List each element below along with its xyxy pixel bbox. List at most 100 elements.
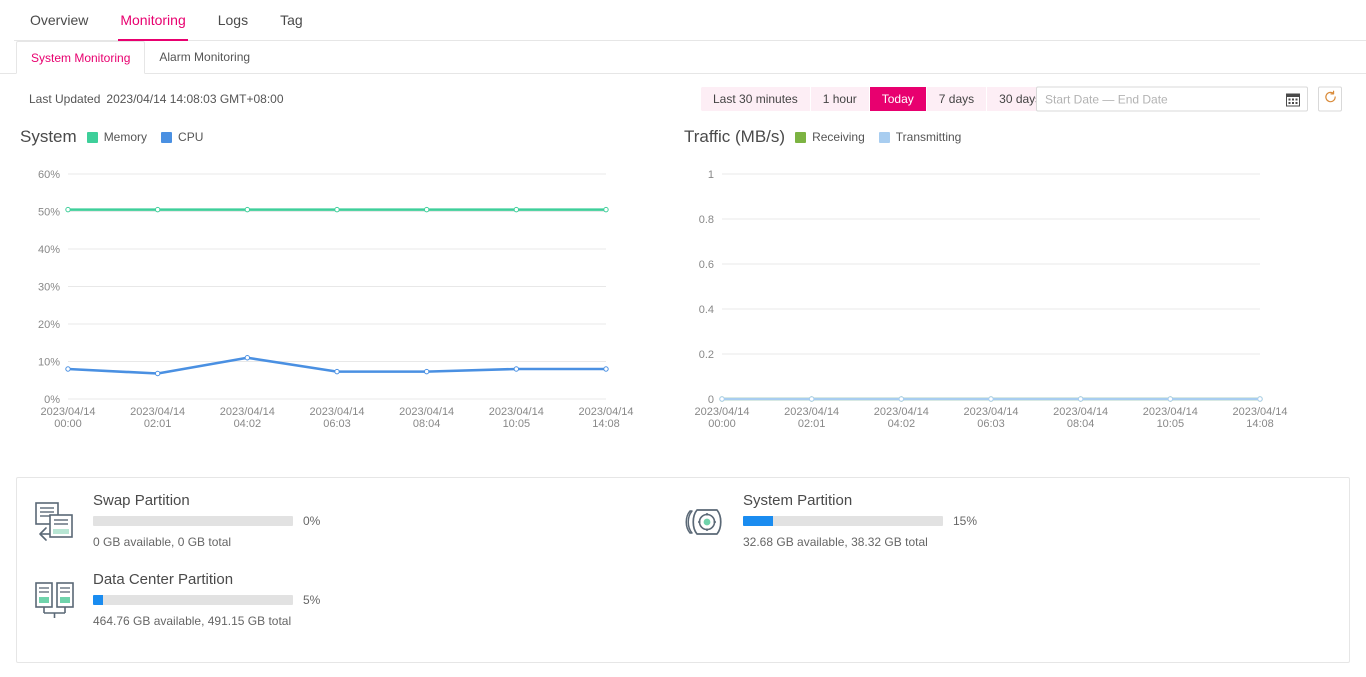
svg-text:2023/04/14: 2023/04/14 bbox=[1232, 406, 1287, 418]
range-1-hour[interactable]: 1 hour bbox=[810, 87, 870, 111]
range-last-30-minutes[interactable]: Last 30 minutes bbox=[701, 87, 811, 111]
svg-text:2023/04/14: 2023/04/14 bbox=[220, 406, 275, 418]
date-range-input[interactable] bbox=[1037, 92, 1286, 106]
svg-text:06:03: 06:03 bbox=[977, 418, 1005, 430]
legend-item-cpu[interactable]: CPU bbox=[161, 130, 203, 144]
tab-tag[interactable]: Tag bbox=[264, 0, 319, 41]
legend-swatch-transmitting bbox=[878, 131, 890, 143]
svg-text:2023/04/14: 2023/04/14 bbox=[963, 406, 1018, 418]
refresh-button[interactable] bbox=[1318, 86, 1342, 112]
system-chart-panel: System Memory CPU 0% 10% 20% 30% 40% 50% 60% 20… bbox=[16, 124, 666, 434]
data-center-partition-bar-fill bbox=[93, 595, 103, 605]
tab-overview[interactable]: Overview bbox=[14, 0, 104, 41]
system-chart-plot: 0% 10% 20% 30% 40% 50% 60% 2023/04/14 00:00 2023/… bbox=[16, 164, 666, 434]
traffic-chart-plot: 0 0.2 0.4 0.6 0.8 1 2023/04/14 00:00 2023/04/14 0… bbox=[680, 164, 1340, 434]
date-range-picker[interactable] bbox=[1036, 86, 1308, 112]
legend-item-memory[interactable]: Memory bbox=[86, 130, 148, 144]
range-7-days-label: 7 days bbox=[938, 92, 975, 106]
system-chart-legend: Memory CPU bbox=[86, 130, 218, 144]
traffic-chart-legend: Receiving Transmitting bbox=[795, 130, 975, 144]
data-center-partition-body: Data Center Partition 5% 464.76 GB avail… bbox=[85, 571, 320, 628]
legend-item-receiving[interactable]: Receiving bbox=[795, 130, 865, 144]
calendar-icon[interactable] bbox=[1286, 92, 1307, 106]
system-partition-bar-track bbox=[743, 516, 943, 526]
svg-text:0%: 0% bbox=[44, 394, 60, 406]
system-partition-usage: 15% bbox=[743, 514, 977, 528]
svg-text:2023/04/14: 2023/04/14 bbox=[309, 406, 364, 418]
sub-tab-system-monitoring-label: System Monitoring bbox=[31, 51, 131, 65]
tab-logs[interactable]: Logs bbox=[202, 0, 264, 41]
system-partition-name: System Partition bbox=[743, 492, 853, 509]
swap-partition-name: Swap Partition bbox=[93, 492, 190, 509]
range-7-days[interactable]: 7 days bbox=[926, 87, 988, 111]
range-30-days-label: 30 days bbox=[999, 92, 1042, 106]
svg-text:2023/04/14: 2023/04/14 bbox=[489, 406, 544, 418]
data-center-partition-percent: 5% bbox=[303, 593, 321, 607]
svg-text:04:02: 04:02 bbox=[234, 418, 262, 430]
svg-text:02:01: 02:01 bbox=[144, 418, 172, 430]
svg-text:06:03: 06:03 bbox=[323, 418, 351, 430]
legend-item-transmitting[interactable]: Transmitting bbox=[878, 130, 961, 144]
svg-text:10:05: 10:05 bbox=[1157, 418, 1185, 430]
legend-swatch-receiving bbox=[795, 131, 807, 143]
swap-partition-usage: 0% bbox=[93, 514, 320, 528]
charts-row: System Memory CPU 0% 10% 20% 30% 40% 50% 60% 20… bbox=[0, 124, 1366, 454]
svg-text:2023/04/14: 2023/04/14 bbox=[130, 406, 185, 418]
svg-text:30%: 30% bbox=[38, 282, 60, 294]
range-last-30-minutes-label: Last 30 minutes bbox=[713, 92, 798, 106]
tab-monitoring[interactable]: Monitoring bbox=[104, 0, 201, 41]
svg-text:2023/04/14: 2023/04/14 bbox=[1053, 406, 1108, 418]
svg-text:2023/04/14: 2023/04/14 bbox=[399, 406, 454, 418]
svg-text:50%: 50% bbox=[38, 207, 60, 219]
svg-text:0.4: 0.4 bbox=[699, 304, 714, 316]
system-partition-icon bbox=[681, 492, 735, 549]
last-updated-value: 2023/04/14 14:08:03 GMT+08:00 bbox=[106, 92, 284, 106]
system-chart-header: System Memory CPU bbox=[16, 124, 666, 150]
legend-label-memory: Memory bbox=[103, 130, 148, 144]
tab-overview-label: Overview bbox=[30, 12, 89, 28]
partition-swap: Swap Partition 0% 0 GB available, 0 GB t… bbox=[31, 492, 320, 549]
tab-monitoring-label: Monitoring bbox=[120, 12, 186, 28]
svg-text:14:08: 14:08 bbox=[1246, 418, 1274, 430]
svg-text:10:05: 10:05 bbox=[503, 418, 531, 430]
data-center-partition-detail: 464.76 GB available, 491.15 GB total bbox=[93, 614, 292, 628]
svg-text:20%: 20% bbox=[38, 319, 60, 331]
swap-partition-bar-track bbox=[93, 516, 293, 526]
tab-tag-label: Tag bbox=[280, 12, 303, 28]
data-center-partition-usage: 5% bbox=[93, 593, 320, 607]
traffic-chart-header: Traffic (MB/s) Receiving Transmitting bbox=[680, 124, 1340, 150]
sub-tab-alarm-monitoring[interactable]: Alarm Monitoring bbox=[145, 41, 264, 74]
system-partition-body: System Partition 15% 32.68 GB available,… bbox=[735, 492, 977, 549]
main-tab-bar: Overview Monitoring Logs Tag bbox=[0, 0, 1366, 41]
range-today-label: Today bbox=[881, 92, 914, 106]
traffic-chart-title: Traffic (MB/s) bbox=[684, 127, 786, 146]
partition-data-center: Data Center Partition 5% 464.76 GB avail… bbox=[31, 571, 320, 628]
range-today[interactable]: Today bbox=[869, 87, 927, 111]
sub-tab-bar: System Monitoring Alarm Monitoring bbox=[0, 41, 1366, 74]
system-partition-bar-fill bbox=[743, 516, 773, 526]
traffic-chart-panel: Traffic (MB/s) Receiving Transmitting 0 0… bbox=[680, 124, 1340, 434]
sub-tab-alarm-monitoring-label: Alarm Monitoring bbox=[159, 50, 251, 64]
svg-text:08:04: 08:04 bbox=[413, 418, 441, 430]
partitions-card: Swap Partition 0% 0 GB available, 0 GB t… bbox=[16, 477, 1350, 663]
svg-text:1: 1 bbox=[708, 169, 714, 181]
monitoring-toolbar: Last Updated 2023/04/14 14:08:03 GMT+08:0… bbox=[0, 74, 1366, 124]
svg-text:00:00: 00:00 bbox=[54, 418, 82, 430]
last-updated-label: Last Updated bbox=[29, 92, 101, 106]
svg-text:40%: 40% bbox=[38, 244, 60, 256]
svg-text:2023/04/14: 2023/04/14 bbox=[1143, 406, 1198, 418]
svg-text:0.6: 0.6 bbox=[699, 259, 714, 271]
legend-label-cpu: CPU bbox=[178, 130, 204, 144]
svg-text:0: 0 bbox=[708, 394, 714, 406]
data-center-partition-bar-track bbox=[93, 595, 293, 605]
last-updated: Last Updated 2023/04/14 14:08:03 GMT+08:0… bbox=[29, 92, 284, 106]
svg-text:08:04: 08:04 bbox=[1067, 418, 1095, 430]
data-center-partition-icon bbox=[31, 571, 85, 628]
svg-text:02:01: 02:01 bbox=[798, 418, 826, 430]
sub-tab-system-monitoring[interactable]: System Monitoring bbox=[16, 41, 146, 74]
svg-text:2023/04/14: 2023/04/14 bbox=[40, 406, 95, 418]
svg-text:10%: 10% bbox=[38, 357, 60, 369]
legend-swatch-memory bbox=[86, 131, 98, 143]
svg-text:04:02: 04:02 bbox=[888, 418, 916, 430]
tab-logs-label: Logs bbox=[217, 12, 249, 28]
